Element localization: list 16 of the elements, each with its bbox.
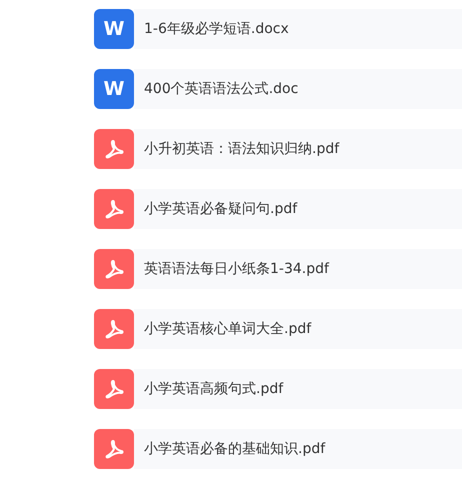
file-list-item[interactable]: 小学英语核心单词大全.pdf — [134, 309, 462, 349]
word-document-icon: W — [94, 9, 134, 49]
file-list-item[interactable]: 小学英语必备的基础知识.pdf — [134, 429, 462, 469]
pdf-document-icon — [94, 369, 134, 409]
pdf-document-icon — [94, 429, 134, 469]
pdf-document-icon — [94, 189, 134, 229]
file-list-item[interactable]: 小学英语高频句式.pdf — [134, 369, 462, 409]
file-list-item[interactable]: 英语语法每日小纸条1-34.pdf — [134, 249, 462, 289]
pdf-document-icon — [94, 249, 134, 289]
pdf-document-icon — [94, 129, 134, 169]
file-list-item[interactable]: 小学英语必备疑问句.pdf — [134, 189, 462, 229]
file-list-item[interactable]: 小升初英语：语法知识归纳.pdf — [134, 129, 462, 169]
word-document-icon: W — [94, 69, 134, 109]
file-list-item[interactable]: 400个英语语法公式.doc — [134, 69, 462, 109]
file-list-item[interactable]: 1-6年级必学短语.docx — [134, 9, 462, 49]
pdf-document-icon — [94, 309, 134, 349]
